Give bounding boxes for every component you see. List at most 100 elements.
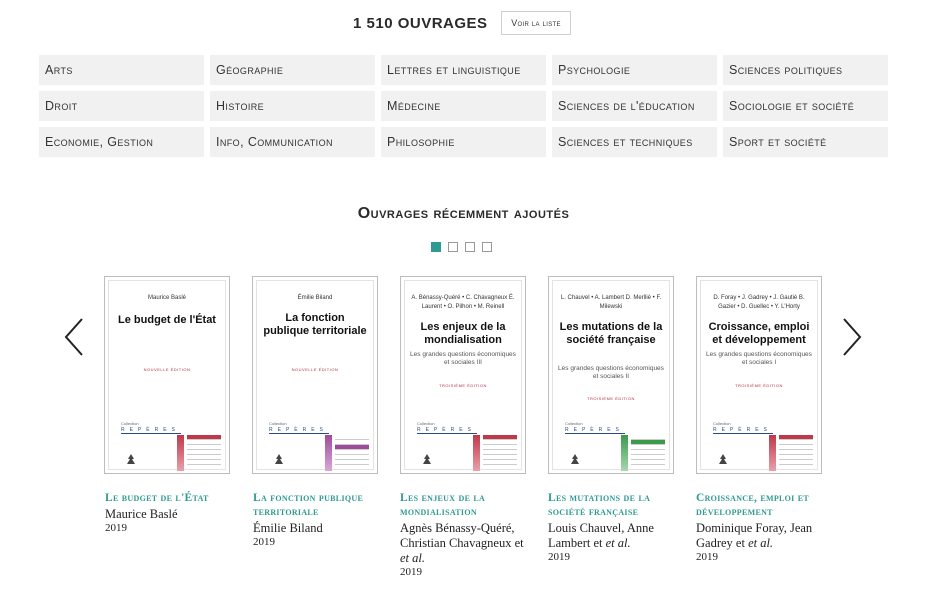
publisher-logo-icon <box>275 454 283 464</box>
cover-authors: A. Bénassy-Quéré • C. Chavagneux É. Laur… <box>411 295 515 310</box>
category-sport[interactable]: Sport et société <box>723 127 888 157</box>
book-info: Les enjeux de la mondialisation Agnès Bé… <box>400 491 530 579</box>
carousel-dot-4[interactable] <box>482 242 492 252</box>
cover-series: REPÈRES <box>417 427 477 434</box>
category-philosophie[interactable]: Philosophie <box>381 127 546 157</box>
category-medecine[interactable]: Médecine <box>381 91 546 121</box>
book-author: Agnès Bénassy-Quéré, Christian Chavagneu… <box>400 521 530 566</box>
book-author: Émilie Biland <box>253 521 323 535</box>
cover-authors: D. Foray • J. Gadrey • J. Gautié B. Gazi… <box>713 295 805 310</box>
book-author-etal: et al. <box>400 551 425 565</box>
book-info: Le budget de l'État Maurice Baslé 2019 <box>105 491 235 535</box>
book-year: 2019 <box>253 536 275 548</box>
cover-title: Les mutations de la société française <box>559 321 663 346</box>
category-sociologie[interactable]: Sociologie et société <box>723 91 888 121</box>
cover-series-list <box>187 435 221 471</box>
cover-title: Croissance, emploi et développement <box>708 321 810 346</box>
view-list-button[interactable]: Voir la liste <box>501 11 571 35</box>
section-title: Ouvrages récemment ajoutés <box>357 205 570 222</box>
cover-color-bar <box>325 435 332 471</box>
publisher-logo-icon <box>571 454 579 464</box>
cover-title: Les enjeux de la mondialisation <box>420 321 506 346</box>
cover-authors: L. Chauvel • A. Lambert D. Merllié • F. … <box>560 295 662 310</box>
book-title-link[interactable]: La fonction publique territoriale <box>253 491 383 519</box>
cover-series: REPÈRES <box>565 427 625 434</box>
book-title-link[interactable]: Les mutations de la société française <box>548 491 678 519</box>
cover-edition: nouvelle édition <box>291 367 339 372</box>
cover-series-list <box>483 435 517 471</box>
category-sciences-education[interactable]: Sciences de l'éducation <box>552 91 717 121</box>
cover-footer: Collection REPÈRES <box>563 421 665 471</box>
book-year: 2019 <box>696 551 718 563</box>
category-arts[interactable]: Arts <box>39 55 204 85</box>
cover-series: REPÈRES <box>121 427 181 434</box>
books-count: 1 510 ouvrages <box>353 15 488 32</box>
carousel-dot-2[interactable] <box>448 242 458 252</box>
category-droit[interactable]: Droit <box>39 91 204 121</box>
book-author-names: Agnès Bénassy-Quéré, Christian Chavagneu… <box>400 521 524 550</box>
cover-series-list <box>335 435 369 471</box>
cover-collection: Collection <box>565 421 583 426</box>
book-author: Louis Chauvel, Anne Lambert et et al. <box>548 521 678 551</box>
book-cover[interactable]: D. Foray • J. Gadrey • J. Gautié B. Gazi… <box>696 276 822 474</box>
cover-series-list <box>631 435 665 471</box>
book-cover[interactable]: A. Bénassy-Quéré • C. Chavagneux É. Laur… <box>400 276 526 474</box>
cover-series-list <box>779 435 813 471</box>
cover-collection: Collection <box>121 421 139 426</box>
book-year: 2019 <box>400 566 422 578</box>
cover-footer: Collection REPÈRES <box>267 421 369 471</box>
book-author-names: Louis Chauvel, Anne Lambert et <box>548 521 654 550</box>
cover-edition: troisième édition <box>735 383 783 388</box>
carousel-pagination <box>431 242 492 252</box>
cover-edition: troisième édition <box>587 396 635 401</box>
carousel-dot-1[interactable] <box>431 242 441 252</box>
category-economie[interactable]: Economie, Gestion <box>39 127 204 157</box>
book-author-etal: et al. <box>605 536 631 550</box>
book-title-link[interactable]: Les enjeux de la mondialisation <box>400 491 530 519</box>
category-sciences-techniques[interactable]: Sciences et techniques <box>552 127 717 157</box>
cover-series: REPÈRES <box>269 427 329 434</box>
book-title-link[interactable]: Croissance, emploi et développement <box>696 491 826 519</box>
book-year: 2019 <box>105 522 127 534</box>
cover-collection: Collection <box>269 421 287 426</box>
cover-series: REPÈRES <box>713 427 773 434</box>
cover-authors: Émilie Biland <box>297 295 333 301</box>
category-info-communication[interactable]: Info, Communication <box>210 127 375 157</box>
cover-footer: Collection REPÈRES <box>119 421 221 471</box>
chevron-left-icon[interactable] <box>62 316 88 358</box>
cover-color-bar <box>769 435 776 471</box>
cover-footer: Collection REPÈRES <box>415 421 517 471</box>
chevron-right-icon[interactable] <box>838 316 864 358</box>
cover-subtitle: Les grandes questions économiques et soc… <box>410 351 516 366</box>
category-grid: Arts Géographie Lettres et linguistique … <box>39 55 888 157</box>
carousel-dot-3[interactable] <box>465 242 475 252</box>
cover-title: Le budget de l'État <box>118 314 216 326</box>
cover-footer: Collection REPÈRES <box>711 421 813 471</box>
category-geographie[interactable]: Géographie <box>210 55 375 85</box>
cover-subtitle: Les grandes questions économiques et soc… <box>558 365 664 380</box>
publisher-logo-icon <box>719 454 727 464</box>
cover-title: La fonction publique territoriale <box>263 312 367 337</box>
cover-color-bar <box>621 435 628 471</box>
cover-edition: nouvelle édition <box>143 367 191 372</box>
book-author-etal: et al. <box>748 536 774 550</box>
book-info: Croissance, emploi et développement Domi… <box>696 491 826 564</box>
cover-authors: Maurice Baslé <box>147 295 186 301</box>
cover-collection: Collection <box>713 421 731 426</box>
book-cover[interactable]: L. Chauvel • A. Lambert D. Merllié • F. … <box>548 276 674 474</box>
category-psychologie[interactable]: Psychologie <box>552 55 717 85</box>
cover-collection: Collection <box>417 421 435 426</box>
book-info: Les mutations de la société française Lo… <box>548 491 678 564</box>
category-histoire[interactable]: Histoire <box>210 91 375 121</box>
category-lettres[interactable]: Lettres et linguistique <box>381 55 546 85</box>
cover-color-bar <box>177 435 184 471</box>
book-cover[interactable]: Émilie Biland La fonction publique terri… <box>252 276 378 474</box>
category-sciences-politiques[interactable]: Sciences politiques <box>723 55 888 85</box>
cover-color-bar <box>473 435 480 471</box>
book-title-link[interactable]: Le budget de l'État <box>105 491 235 505</box>
cover-subtitle: Les grandes questions économiques et soc… <box>706 351 812 366</box>
book-cover[interactable]: Maurice Baslé Le budget de l'État nouvel… <box>104 276 230 474</box>
book-author: Dominique Foray, Jean Gadrey et et al. <box>696 521 826 551</box>
book-info: La fonction publique territoriale Émilie… <box>253 491 383 549</box>
publisher-logo-icon <box>127 454 135 464</box>
